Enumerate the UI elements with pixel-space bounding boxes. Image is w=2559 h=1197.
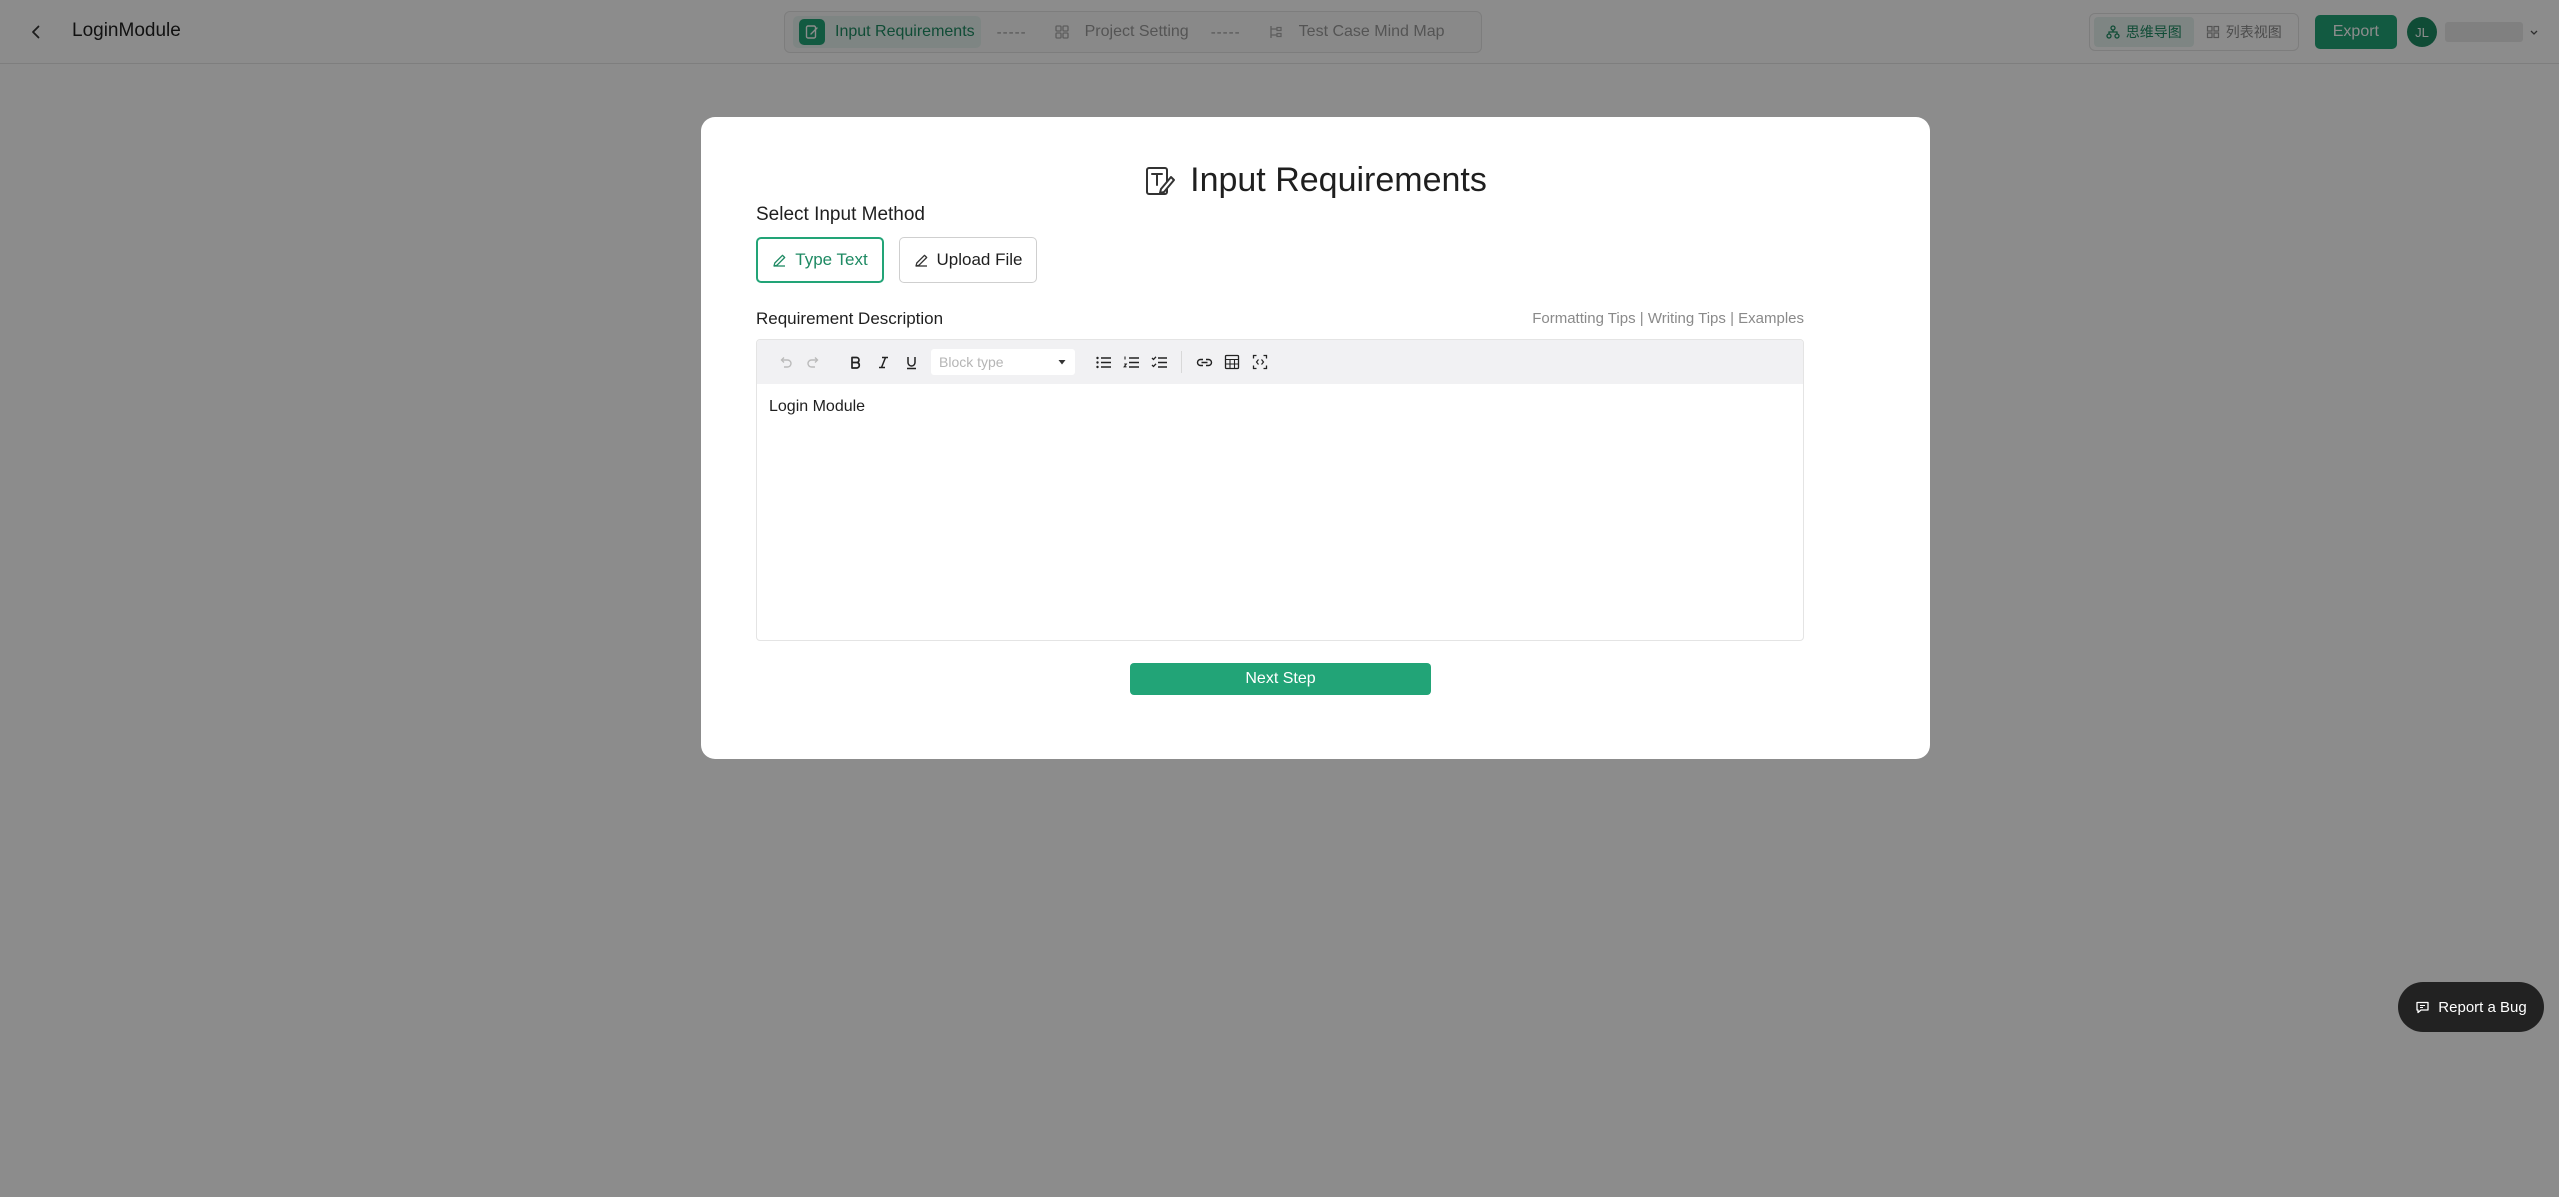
requirement-description-label: Requirement Description — [756, 309, 944, 328]
input-method-label: Select Input Method — [756, 204, 925, 225]
bold-icon — [850, 356, 860, 369]
editor-content-area[interactable]: Login Module — [757, 384, 1803, 640]
editor-toolbar: Block type — [757, 340, 1803, 384]
undo-icon — [780, 356, 792, 368]
bold-button[interactable] — [841, 348, 869, 376]
table-button[interactable] — [1218, 348, 1246, 376]
toolbar-divider — [1181, 351, 1182, 373]
tips-links: Formatting Tips | Writing Tips | Example… — [1532, 310, 1804, 327]
code-block-icon — [1252, 354, 1268, 370]
modal-title: Input Requirements — [701, 161, 1930, 200]
report-bug-label: Report a Bug — [2438, 998, 2527, 1016]
app-root: LoginModule Input Requirements ----- Pro… — [0, 0, 2559, 1197]
examples-link[interactable]: Examples — [1738, 310, 1804, 327]
writing-tips-link[interactable]: Writing Tips — [1648, 310, 1726, 327]
link-button[interactable] — [1190, 348, 1218, 376]
tips-separator: | — [1635, 310, 1648, 327]
pencil-icon — [773, 254, 786, 267]
italic-icon — [878, 356, 888, 368]
block-type-placeholder: Block type — [939, 354, 1004, 370]
link-icon — [1196, 358, 1212, 366]
numbered-list-icon — [1122, 356, 1139, 368]
table-icon — [1224, 354, 1240, 370]
bullet-list-button[interactable] — [1089, 348, 1117, 376]
italic-button[interactable] — [869, 348, 897, 376]
tips-separator: | — [1725, 310, 1739, 327]
report-bug-button[interactable]: Report a Bug — [2398, 982, 2544, 1032]
underline-button[interactable] — [897, 348, 925, 376]
type-text-label: Type Text — [795, 250, 868, 269]
checklist-button[interactable] — [1145, 348, 1173, 376]
text-edit-icon — [1144, 165, 1176, 197]
rich-text-editor: Block type Login Module — [756, 339, 1804, 641]
bullet-list-icon — [1095, 356, 1111, 368]
feedback-icon — [2416, 1001, 2429, 1013]
formatting-tips-link[interactable]: Formatting Tips — [1532, 310, 1635, 327]
input-requirements-modal: Input Requirements Select Input Method T… — [701, 117, 1930, 759]
redo-button[interactable] — [799, 348, 827, 376]
next-step-button[interactable]: Next Step — [1130, 663, 1431, 695]
caret-down-icon — [1058, 360, 1066, 365]
redo-icon — [806, 356, 818, 368]
numbered-list-button[interactable] — [1117, 348, 1145, 376]
pencil-icon — [914, 254, 927, 267]
modal-title-text: Input Requirements — [1190, 161, 1487, 199]
undo-button[interactable] — [771, 348, 799, 376]
block-type-select[interactable]: Block type — [931, 349, 1075, 375]
underline-icon — [906, 356, 916, 369]
type-text-button[interactable]: Type Text — [756, 237, 884, 283]
upload-file-button[interactable]: Upload File — [899, 237, 1037, 283]
code-block-button[interactable] — [1246, 348, 1274, 376]
checklist-icon — [1151, 355, 1167, 368]
upload-file-label: Upload File — [936, 250, 1023, 269]
